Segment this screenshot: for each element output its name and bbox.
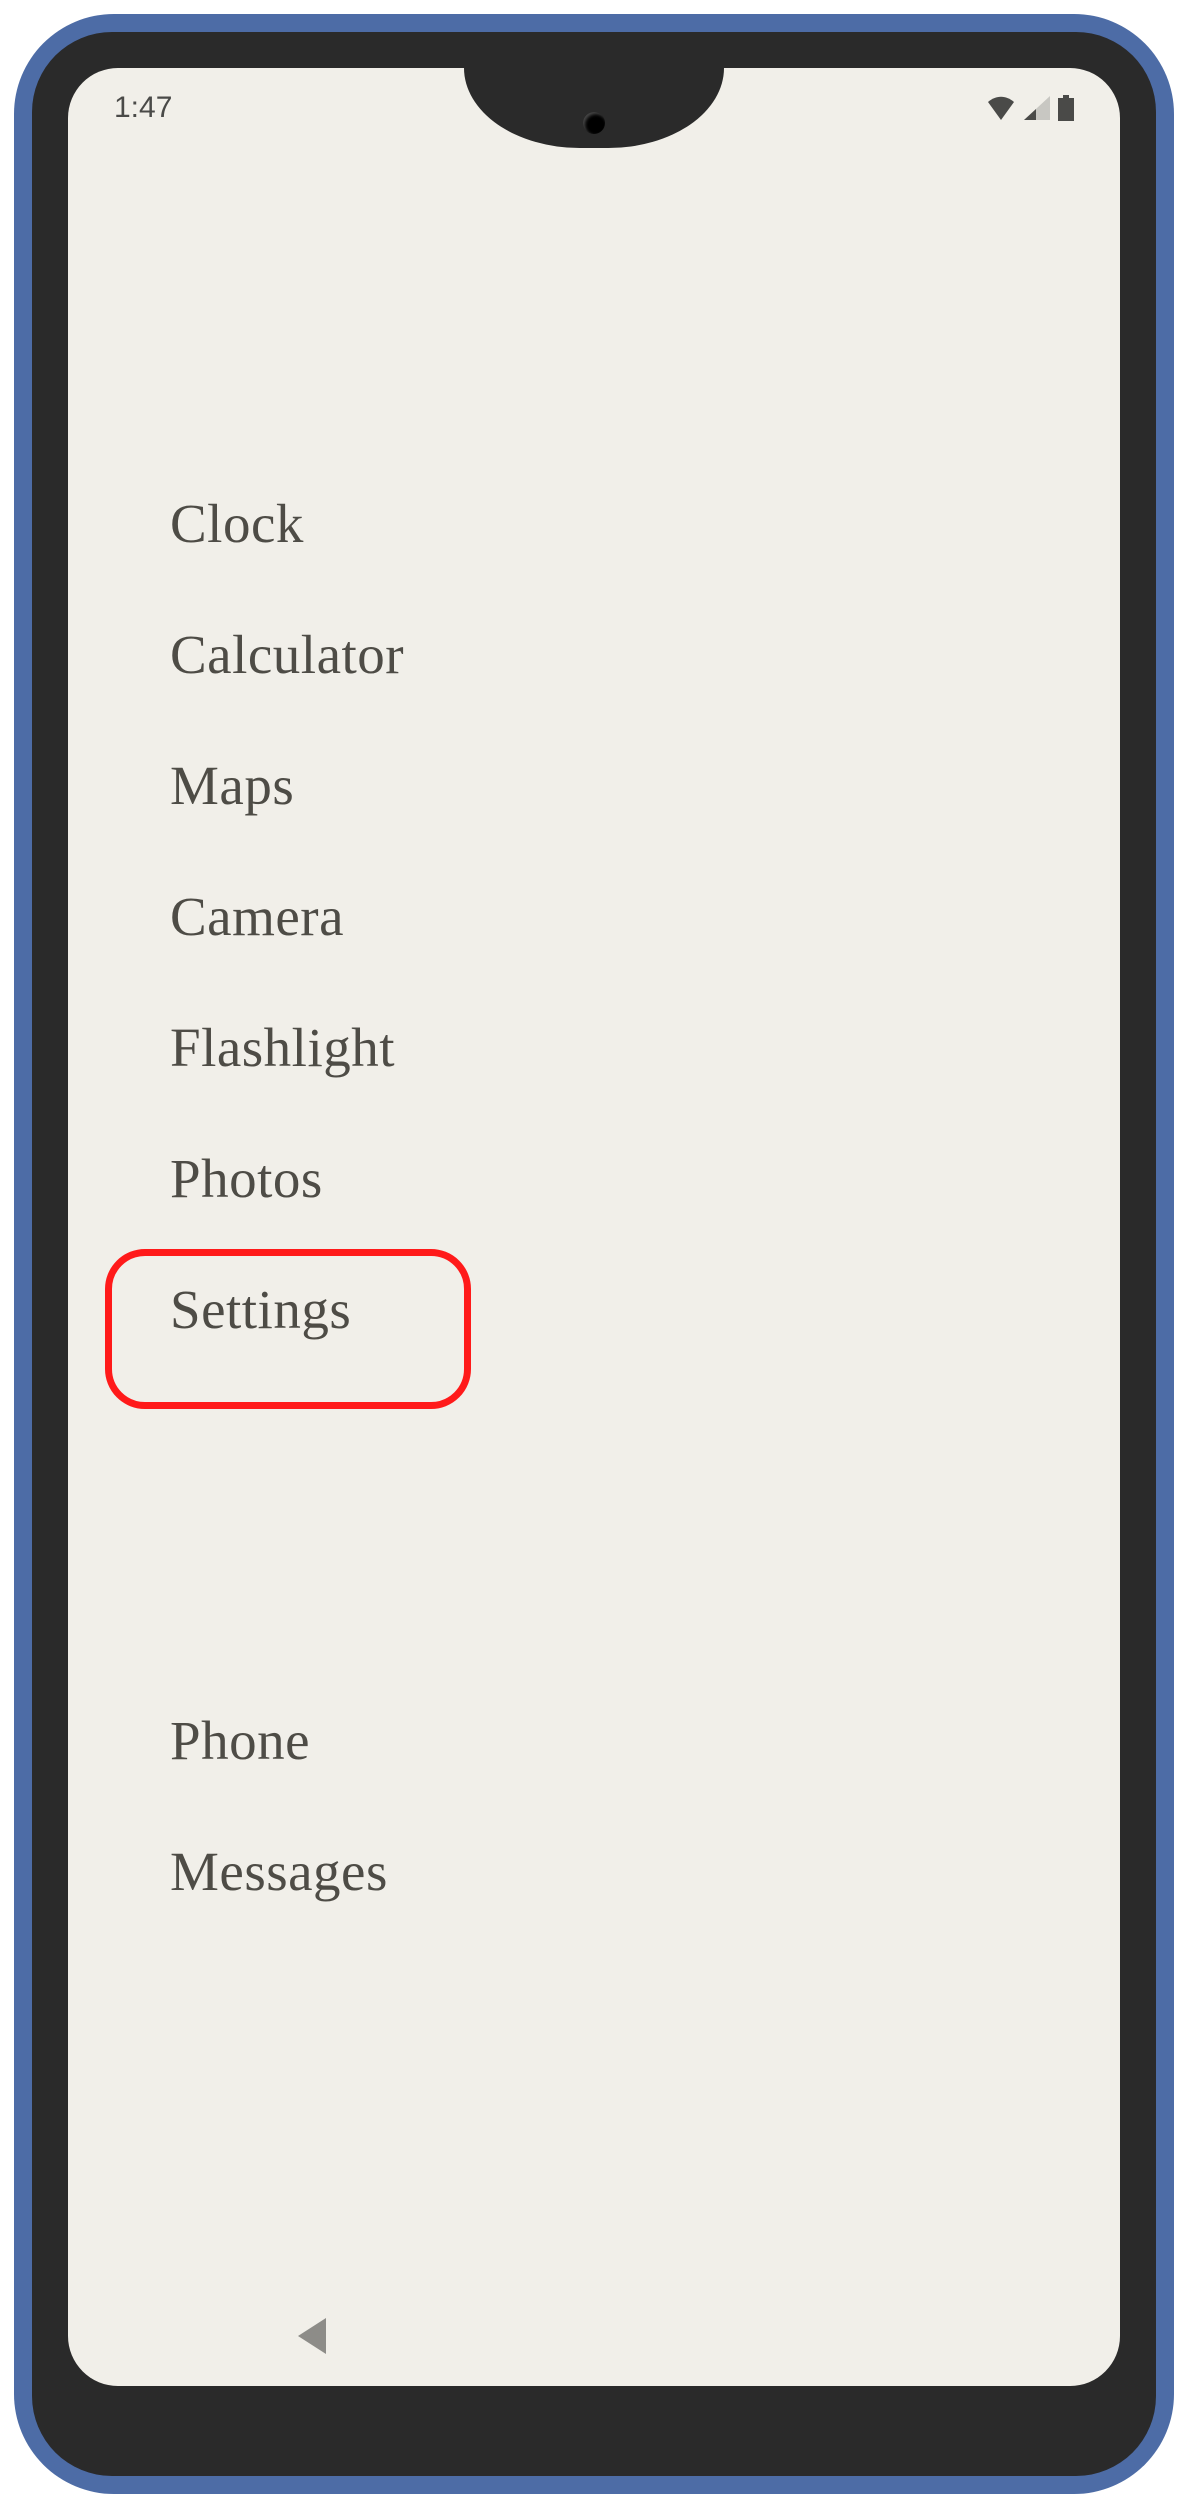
app-clock[interactable]: Clock [148, 458, 1040, 589]
status-time: 1:47 [114, 91, 172, 125]
front-camera-icon [583, 112, 605, 134]
app-flashlight[interactable]: Flashlight [148, 982, 1040, 1113]
back-button-icon[interactable] [298, 2318, 326, 2354]
app-list: ClockCalculatorMapsCameraFlashlightPhoto… [148, 458, 1040, 1937]
app-photos[interactable]: Photos [148, 1113, 1040, 1244]
cellular-signal-icon [1024, 96, 1050, 120]
app-settings[interactable]: Settings [148, 1244, 1040, 1375]
app-messages[interactable]: Messages [148, 1806, 1040, 1937]
screen: 1:47 [68, 68, 1120, 2386]
list-gap [148, 1375, 1040, 1675]
app-calculator[interactable]: Calculator [148, 589, 1040, 720]
app-phone[interactable]: Phone [148, 1675, 1040, 1806]
wifi-icon [986, 96, 1016, 120]
status-icons [986, 95, 1074, 121]
app-camera[interactable]: Camera [148, 851, 1040, 982]
app-maps[interactable]: Maps [148, 720, 1040, 851]
device-bezel: 1:47 [32, 32, 1156, 2476]
battery-icon [1058, 95, 1074, 121]
device-frame-outer: 1:47 [14, 14, 1174, 2494]
system-nav-bar [68, 2286, 1120, 2386]
